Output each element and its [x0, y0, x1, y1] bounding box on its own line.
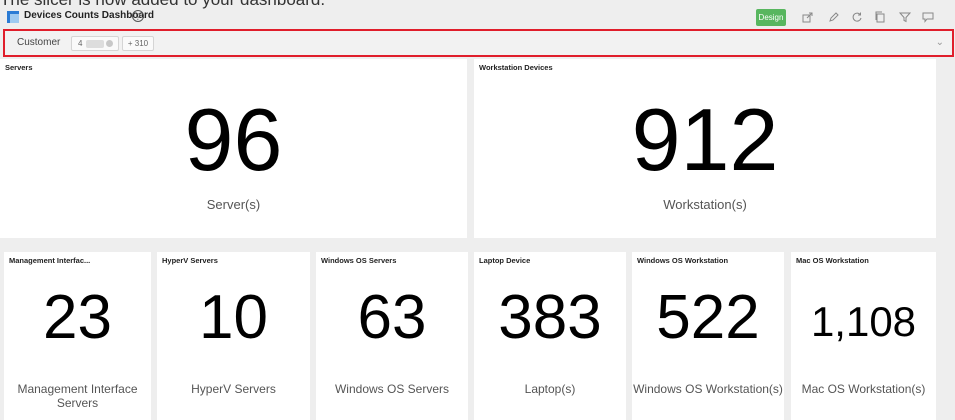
card-value: 23: [43, 283, 112, 352]
card-value: 383: [498, 283, 602, 352]
customer-slicer[interactable]: Customer 4 + 310 ⌄: [3, 29, 954, 57]
card-label: HyperV Servers: [191, 382, 276, 396]
card-title: Mac OS Workstation: [796, 256, 869, 265]
card-value: 1,108: [810, 298, 917, 345]
card-value: 63: [357, 283, 427, 352]
design-button[interactable]: Design: [756, 9, 786, 26]
card-title: HyperV Servers: [162, 256, 218, 265]
share-icon[interactable]: [802, 11, 814, 23]
servers-card[interactable]: Servers 96 Server(s): [0, 59, 467, 238]
card-label: Windows OS Servers: [334, 382, 450, 396]
edit-icon[interactable]: [828, 11, 840, 23]
card-value: 10: [199, 283, 268, 352]
card-label: Workstation(s): [663, 197, 747, 212]
windows-os-workstation-card[interactable]: Windows OS Workstation 522 Windows OS Wo…: [632, 252, 784, 420]
mac-os-workstation-card[interactable]: Mac OS Workstation 1,108 Mac OS Workstat…: [791, 252, 936, 420]
card-title: Management Interfac...: [9, 256, 91, 265]
comment-icon[interactable]: [922, 11, 934, 23]
card-title: Workstation Devices: [479, 63, 553, 72]
refresh-icon[interactable]: [851, 11, 863, 23]
card-label: Server(s): [206, 197, 261, 212]
card-title: Windows OS Servers: [321, 256, 397, 265]
hyperv-servers-card[interactable]: HyperV Servers 10 HyperV Servers: [157, 252, 310, 420]
more-selections-chip[interactable]: + 310: [122, 36, 154, 51]
card-title: Windows OS Workstation: [637, 256, 729, 265]
workstation-devices-card[interactable]: Workstation Devices 912 Workstation(s): [474, 59, 936, 238]
card-value: 912: [631, 90, 779, 189]
card-label: Windows OS Workstation(s): [633, 382, 783, 396]
slicer-label: Customer: [17, 37, 61, 48]
help-icon[interactable]: ?: [132, 10, 144, 22]
chip-text: 4: [78, 39, 83, 48]
dashboard-logo-icon: [7, 11, 19, 23]
chevron-down-icon[interactable]: ⌄: [936, 37, 944, 48]
remove-chip-icon[interactable]: [106, 40, 113, 47]
card-value: 96: [184, 90, 283, 189]
slicer-selected-chip[interactable]: 4: [71, 36, 119, 51]
filter-icon[interactable]: [898, 11, 912, 23]
card-label: Mac OS Workstation(s): [801, 382, 926, 396]
card-title: Servers: [5, 63, 33, 72]
laptop-device-card[interactable]: Laptop Device 383 Laptop(s): [474, 252, 626, 420]
card-label: Laptop(s): [524, 382, 576, 396]
title-bar: Devices Counts Dashboard ? Design: [0, 8, 955, 28]
management-interface-card[interactable]: Management Interfac... 23 Management Int…: [4, 252, 151, 420]
card-label: Management Interface Servers: [17, 382, 138, 410]
windows-os-servers-card[interactable]: Windows OS Servers 63 Windows OS Servers: [316, 252, 468, 420]
card-value: 522: [656, 283, 760, 352]
copy-icon[interactable]: [874, 11, 886, 23]
card-title: Laptop Device: [479, 256, 531, 265]
redacted-value: [86, 40, 104, 48]
